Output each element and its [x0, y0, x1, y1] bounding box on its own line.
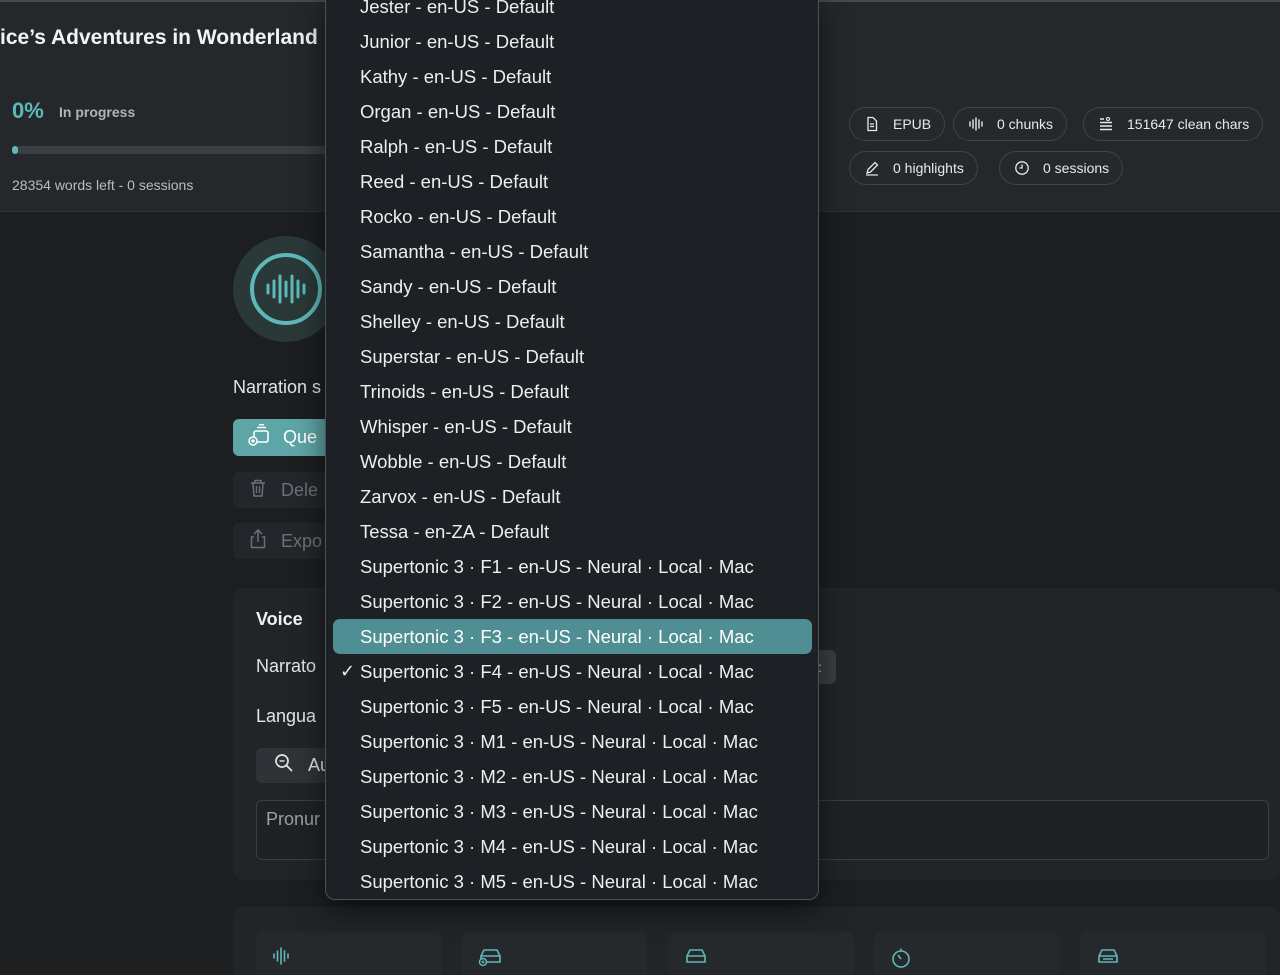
chunks-label: 0 chunks [997, 116, 1054, 132]
checkmark-icon: ✓ [340, 661, 356, 681]
voice-option-label: Supertonic 3 · F4 - en-US - Neural · Loc… [360, 660, 754, 682]
app-window: ice’s Adventures in Wonderland 0% In pro… [0, 0, 1280, 975]
voice-option-label: Ralph - en-US - Default [360, 135, 553, 157]
voice-option-label: Supertonic 3 · F5 - en-US - Neural · Loc… [360, 695, 754, 717]
words-left: 28354 words left - 0 sessions [12, 177, 194, 193]
waveform-icon [250, 253, 322, 325]
queue-icon [247, 424, 271, 451]
clock-icon [1013, 159, 1031, 177]
queue-button-label: Que [283, 427, 318, 447]
bottom-tile-waveform[interactable] [256, 932, 442, 975]
bottom-tile-car[interactable] [461, 932, 647, 975]
drive-icon [1096, 947, 1120, 970]
voice-option-label: Superstar - en-US - Default [360, 345, 585, 367]
bottom-tile-drive[interactable] [668, 932, 854, 975]
voice-option-label: Wobble - en-US - Default [360, 450, 567, 472]
voice-option-label: Supertonic 3 · M5 - en-US - Neural · Loc… [360, 870, 758, 892]
voice-option[interactable]: Superstar - en-US - Default [333, 339, 812, 374]
bottom-tile-timer[interactable] [874, 932, 1060, 975]
trash-icon [249, 478, 267, 503]
voice-section-title: Voice [256, 609, 303, 629]
voice-option[interactable]: Shelley - en-US - Default [333, 304, 812, 339]
voice-option-label: Organ - en-US - Default [360, 100, 556, 122]
voice-option-label: Supertonic 3 · M1 - en-US - Neural · Loc… [360, 730, 758, 752]
voice-option[interactable]: Reed - en-US - Default [333, 164, 812, 199]
voice-option[interactable]: Supertonic 3 · F3 - en-US - Neural · Loc… [333, 619, 812, 654]
voice-option[interactable]: Supertonic 3 · M5 - en-US - Neural · Loc… [333, 864, 812, 899]
clean-chars-chip: 151647 clean chars [1083, 107, 1264, 141]
voice-option-label: Shelley - en-US - Default [360, 310, 565, 332]
progress-bar [12, 146, 342, 154]
bottom-tile-storage[interactable] [1080, 932, 1266, 975]
voice-option[interactable]: Samantha - en-US - Default [333, 234, 812, 269]
pencil-icon [863, 159, 881, 177]
timer-icon [890, 947, 912, 974]
voice-option[interactable]: Tessa - en-ZA - Default [333, 514, 812, 549]
voice-option-label: Reed - en-US - Default [360, 170, 549, 192]
book-title: ice’s Adventures in Wonderland [0, 26, 318, 49]
waveform-icon [272, 947, 292, 970]
drive-icon [684, 947, 708, 970]
clean-chars-label: 151647 clean chars [1127, 116, 1250, 132]
voice-option-label: Whisper - en-US - Default [360, 415, 572, 437]
voice-option[interactable]: Supertonic 3 · M2 - en-US - Neural · Loc… [333, 759, 812, 794]
voice-option[interactable]: Organ - en-US - Default [333, 94, 812, 129]
language-label: Langua [256, 706, 317, 726]
voice-option[interactable]: ✓ Supertonic 3 · F4 - en-US - Neural · Lo… [333, 654, 812, 689]
waveform-icon [967, 115, 985, 133]
format-chip: EPUB [849, 107, 946, 141]
chunks-chip: 0 chunks [953, 107, 1068, 141]
progress-bar-fill [12, 146, 18, 154]
voice-option[interactable]: Rocko - en-US - Default [333, 199, 812, 234]
voice-option-label: Rocko - en-US - Default [360, 205, 557, 227]
voice-option[interactable]: Supertonic 3 · F5 - en-US - Neural · Loc… [333, 689, 812, 724]
progress-percent: 0% [12, 98, 44, 123]
delete-button-label: Dele [281, 479, 319, 500]
narration-section-label: Narration s [233, 377, 322, 397]
voice-option[interactable]: Sandy - en-US - Default [333, 269, 812, 304]
voice-option-label: Supertonic 3 · F2 - en-US - Neural · Loc… [360, 590, 754, 612]
voice-option[interactable]: Zarvox - en-US - Default [333, 479, 812, 514]
voice-option[interactable]: Supertonic 3 · F2 - en-US - Neural · Loc… [333, 584, 812, 619]
document-icon [863, 115, 881, 133]
voice-option-label: Zarvox - en-US - Default [360, 485, 561, 507]
voice-option[interactable]: Supertonic 3 · M4 - en-US - Neural · Loc… [333, 829, 812, 864]
voice-option-label: Sandy - en-US - Default [360, 275, 557, 297]
voice-option[interactable]: Supertonic 3 · M1 - en-US - Neural · Loc… [333, 724, 812, 759]
narrator-voice-menu: Jester - en-US - Default Junior - en-US -… [325, 0, 819, 900]
search-icon [274, 753, 294, 778]
voice-option-label: Supertonic 3 · M2 - en-US - Neural · Loc… [360, 765, 758, 787]
voice-option-label: Junior - en-US - Default [360, 30, 555, 52]
voice-option[interactable]: Kathy - en-US - Default [333, 59, 812, 94]
voice-option[interactable]: Supertonic 3 · F1 - en-US - Neural · Loc… [333, 549, 812, 584]
narrator-label: Narrato [256, 656, 317, 676]
voice-option[interactable]: Supertonic 3 · M3 - en-US - Neural · Loc… [333, 794, 812, 829]
format-label: EPUB [893, 116, 932, 132]
progress-status: In progress [59, 104, 136, 120]
voice-option-label: Tessa - en-ZA - Default [360, 520, 550, 542]
voice-option[interactable]: Whisper - en-US - Default [333, 409, 812, 444]
share-icon [249, 528, 267, 554]
voice-option-label: Trinoids - en-US - Default [360, 380, 570, 402]
highlights-label: 0 highlights [893, 160, 964, 176]
voice-option[interactable]: Jester - en-US - Default [333, 0, 812, 24]
voice-option-label: Supertonic 3 · M3 - en-US - Neural · Loc… [360, 800, 758, 822]
voice-option-label: Kathy - en-US - Default [360, 65, 552, 87]
voice-option-label: Jester - en-US - Default [360, 0, 555, 17]
sessions-chip: 0 sessions [999, 151, 1124, 185]
highlights-chip: 0 highlights [849, 151, 978, 185]
sessions-label: 0 sessions [1043, 160, 1110, 176]
voice-option[interactable]: Junior - en-US - Default [333, 24, 812, 59]
voice-option[interactable]: Trinoids - en-US - Default [333, 374, 812, 409]
car-icon [477, 947, 505, 972]
voice-option-label: Samantha - en-US - Default [360, 240, 589, 262]
voice-option-label: Supertonic 3 · F1 - en-US - Neural · Loc… [360, 555, 754, 577]
text-lines-icon [1097, 115, 1115, 133]
voice-option-label: Supertonic 3 · M4 - en-US - Neural · Loc… [360, 835, 758, 857]
voice-option[interactable]: Wobble - en-US - Default [333, 444, 812, 479]
export-button-label: Expo [281, 530, 323, 551]
voice-option[interactable]: Ralph - en-US - Default [333, 129, 812, 164]
voice-option-label: Supertonic 3 · F3 - en-US - Neural · Loc… [360, 625, 754, 647]
